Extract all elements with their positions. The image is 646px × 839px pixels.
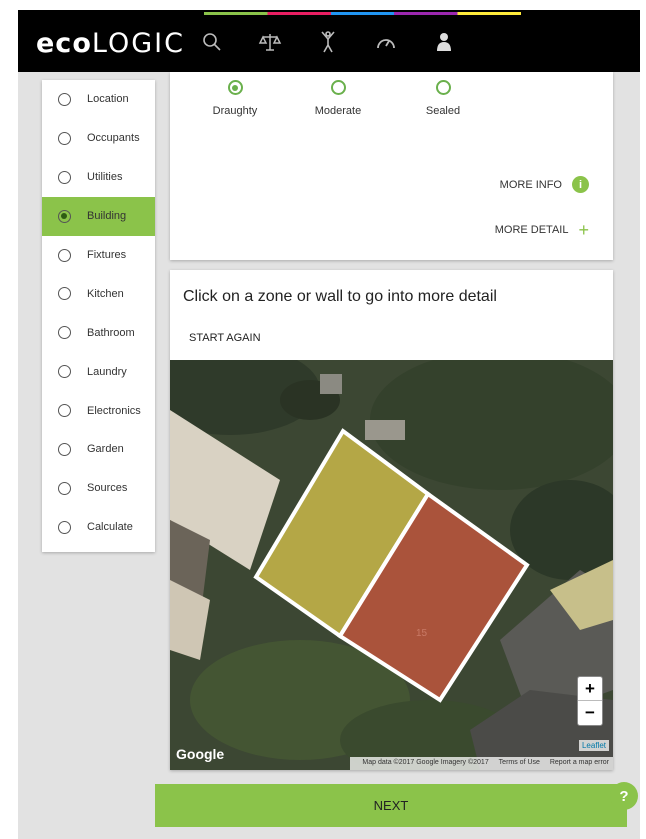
color-accent-line bbox=[204, 12, 521, 15]
plus-icon: + bbox=[578, 220, 589, 240]
sidebar-item-label: Sources bbox=[87, 482, 128, 495]
sidebar-item-sources[interactable]: Sources bbox=[42, 469, 155, 508]
airtightness-card: Draughty Moderate Sealed MORE INFO i MOR… bbox=[170, 72, 613, 260]
sidebar-item-electronics[interactable]: Electronics bbox=[42, 391, 155, 430]
map-attribution: Map data ©2017 Google Imagery ©2017 Term… bbox=[350, 757, 613, 770]
sidebar-item-label: Fixtures bbox=[87, 249, 127, 261]
search-icon[interactable] bbox=[198, 28, 226, 56]
radio-moderate[interactable] bbox=[330, 80, 346, 95]
sidebar-item-label: Location bbox=[87, 93, 129, 106]
radio-icon bbox=[58, 481, 71, 495]
sidebar-item-utilities[interactable]: Utilities bbox=[42, 158, 155, 197]
option-sealed[interactable]: Sealed bbox=[393, 80, 493, 117]
section-sidebar: Location Occupants Utilities Building Fixtur… bbox=[42, 80, 155, 552]
sidebar-item-garden[interactable]: Garden bbox=[42, 430, 155, 469]
sidebar-item-occupants[interactable]: Occupants bbox=[42, 119, 155, 158]
person-icon[interactable] bbox=[314, 28, 342, 56]
sidebar-item-label: Garden bbox=[87, 443, 124, 456]
sidebar-item-label: Building bbox=[87, 210, 127, 223]
satellite-map[interactable]: 15 + − Google Leaflet Map data ©2017 Goo… bbox=[170, 360, 613, 770]
radio-icon bbox=[58, 170, 71, 184]
sidebar-item-label: Calculate bbox=[87, 521, 133, 534]
zones-card: Click on a zone or wall to go into more … bbox=[170, 270, 613, 770]
radio-icon bbox=[58, 326, 71, 340]
next-button[interactable]: NEXT bbox=[155, 784, 627, 827]
option-label: Moderate bbox=[314, 105, 362, 117]
sidebar-item-label: Kitchen bbox=[87, 287, 124, 300]
sidebar-item-label: Laundry bbox=[87, 365, 127, 378]
option-label: Draughty bbox=[212, 105, 258, 117]
report-error-link[interactable]: Report a map error bbox=[550, 759, 609, 766]
gauge-icon[interactable] bbox=[372, 28, 400, 56]
sidebar-item-label: Utilities bbox=[87, 171, 123, 184]
google-logo: Google bbox=[176, 746, 225, 762]
zones-title: Click on a zone or wall to go into more … bbox=[183, 288, 497, 305]
help-button[interactable]: ? bbox=[610, 782, 638, 810]
more-info-label: MORE INFO bbox=[499, 178, 562, 191]
sidebar-item-fixtures[interactable]: Fixtures bbox=[42, 236, 155, 275]
info-icon: i bbox=[572, 176, 589, 193]
zoom-in-button[interactable]: + bbox=[578, 677, 602, 701]
option-draughty[interactable]: Draughty bbox=[185, 80, 285, 117]
map-zoom-control: + − bbox=[577, 676, 603, 726]
sidebar-item-bathroom[interactable]: Bathroom bbox=[42, 313, 155, 352]
start-again-button[interactable]: START AGAIN bbox=[189, 332, 261, 344]
radio-icon bbox=[58, 209, 71, 223]
option-moderate[interactable]: Moderate bbox=[288, 80, 388, 117]
ecologic-logo[interactable]: ecoLOGIC bbox=[36, 28, 185, 59]
radio-icon bbox=[58, 131, 71, 145]
radio-icon bbox=[58, 404, 71, 418]
option-label: Sealed bbox=[425, 105, 461, 117]
zoom-out-button[interactable]: − bbox=[578, 701, 602, 725]
more-detail-label: MORE DETAIL bbox=[494, 224, 569, 236]
radio-icon bbox=[58, 442, 71, 456]
sidebar-item-building[interactable]: Building bbox=[42, 196, 155, 236]
app-frame: ecoLOGIC Location Occupants Utilities Build… bbox=[18, 10, 640, 839]
zone-label: 15 bbox=[416, 628, 428, 639]
radio-sealed[interactable] bbox=[435, 80, 451, 95]
radio-icon bbox=[58, 365, 71, 379]
more-info-link[interactable]: MORE INFO i bbox=[500, 176, 589, 193]
sidebar-item-kitchen[interactable]: Kitchen bbox=[42, 274, 155, 313]
radio-draughty[interactable] bbox=[227, 80, 243, 95]
sidebar-item-laundry[interactable]: Laundry bbox=[42, 352, 155, 391]
sidebar-item-calculate[interactable]: Calculate bbox=[42, 508, 155, 547]
user-icon[interactable] bbox=[430, 28, 458, 56]
sidebar-item-label: Electronics bbox=[87, 404, 141, 417]
sidebar-item-label: Bathroom bbox=[87, 326, 135, 339]
shed-roof bbox=[365, 420, 405, 440]
balance-scale-icon[interactable] bbox=[256, 28, 284, 56]
map-data-text: Map data ©2017 Google Imagery ©2017 bbox=[362, 759, 489, 766]
sidebar-item-label: Occupants bbox=[87, 132, 140, 145]
radio-icon bbox=[58, 287, 71, 301]
more-detail-link[interactable]: MORE DETAIL + bbox=[495, 221, 589, 239]
radio-icon bbox=[58, 520, 71, 534]
terms-link[interactable]: Terms of Use bbox=[499, 759, 540, 766]
sidebar-item-location[interactable]: Location bbox=[42, 80, 155, 119]
leaflet-link[interactable]: Leaflet bbox=[578, 740, 609, 751]
shed-roof bbox=[320, 374, 342, 394]
radio-icon bbox=[58, 92, 71, 106]
radio-icon bbox=[58, 248, 71, 262]
top-nav-bar: ecoLOGIC bbox=[18, 10, 640, 72]
